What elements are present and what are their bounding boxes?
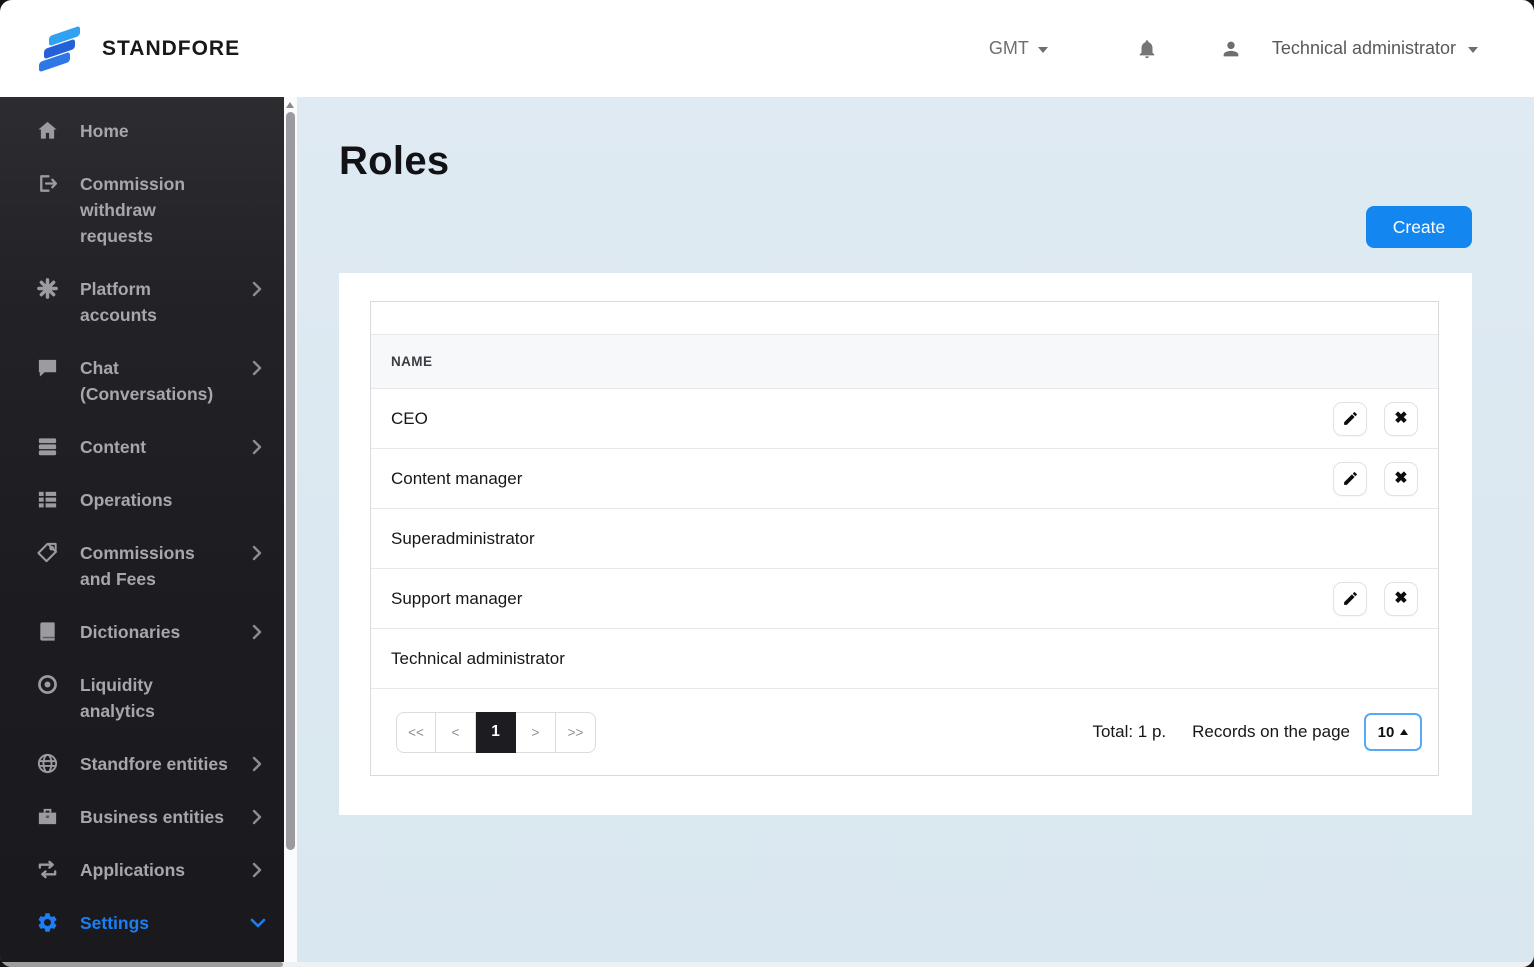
user-icon bbox=[1223, 41, 1239, 56]
applications-icon bbox=[38, 860, 57, 879]
user-name: Technical administrator bbox=[1271, 38, 1456, 58]
x-icon: ✖ bbox=[1394, 409, 1408, 427]
sidebar-item-platform-accounts[interactable]: Platform accounts bbox=[0, 276, 284, 328]
chevron-right-icon bbox=[252, 360, 262, 376]
total-pages-label: Total: 1 p. bbox=[1092, 722, 1167, 741]
brand-name: STANDFORE bbox=[102, 36, 241, 60]
table-row[interactable]: Superadministrator ✖ bbox=[371, 509, 1438, 569]
timezone-label: GMT bbox=[988, 38, 1029, 58]
pencil-icon bbox=[1343, 412, 1357, 425]
pencil-icon bbox=[1343, 592, 1357, 605]
notifications-button[interactable] bbox=[1136, 38, 1158, 60]
caret-up-icon bbox=[1400, 729, 1409, 735]
content-icon bbox=[38, 438, 57, 456]
edit-button[interactable] bbox=[1333, 461, 1367, 496]
x-icon: ✖ bbox=[1394, 589, 1408, 607]
pagination-first-button[interactable]: << bbox=[396, 711, 436, 753]
sidebar-item-operations[interactable]: Operations bbox=[0, 487, 284, 513]
horizontal-scrollbar[interactable] bbox=[0, 962, 1534, 967]
operations-icon bbox=[38, 491, 57, 508]
delete-button[interactable]: ✖ bbox=[1384, 461, 1418, 496]
table-row[interactable]: Content manager ✖ bbox=[371, 449, 1438, 509]
withdraw-icon bbox=[40, 175, 58, 192]
dictionaries-icon bbox=[40, 622, 55, 641]
x-icon: ✖ bbox=[1394, 469, 1408, 487]
records-per-page-label: Records on the page bbox=[1192, 722, 1350, 741]
sidebar-item-content[interactable]: Content bbox=[0, 434, 284, 460]
sidebar-item-business-entities[interactable]: Business entities bbox=[0, 804, 284, 830]
main-content: Roles Create NAME CEO ✖ Content manager … bbox=[297, 97, 1534, 967]
table-row[interactable]: Support manager ✖ bbox=[371, 569, 1438, 629]
chevron-right-icon bbox=[252, 624, 262, 640]
sidebar-item-commission-withdraw-requests[interactable]: Commission withdraw requests bbox=[0, 171, 284, 249]
sidebar-item-liquidity-analytics[interactable]: Liquidity analytics bbox=[0, 672, 284, 724]
pagination: << < 1 > >> bbox=[396, 711, 596, 753]
sidebar-item-settings[interactable]: Settings bbox=[0, 910, 284, 936]
timezone-dropdown[interactable]: GMT bbox=[989, 38, 1048, 59]
chevron-down-icon bbox=[250, 918, 266, 928]
bell-icon bbox=[1139, 39, 1155, 58]
chevron-right-icon bbox=[252, 862, 262, 878]
table-header-row: NAME bbox=[371, 335, 1438, 389]
pencil-icon bbox=[1343, 472, 1357, 485]
table-toolbar-row bbox=[371, 302, 1438, 335]
page-title: Roles bbox=[339, 139, 450, 183]
table-footer: << < 1 > >> Total: 1 p. Records on the p… bbox=[371, 689, 1438, 775]
scrollbar-thumb[interactable] bbox=[286, 112, 295, 850]
sidebar-item-commissions-and-fees[interactable]: Commissions and Fees bbox=[0, 540, 284, 592]
caret-down-icon bbox=[1037, 46, 1048, 53]
pagination-next-button[interactable]: > bbox=[516, 711, 556, 753]
business-entities-icon bbox=[38, 808, 57, 825]
scroll-up-arrow-icon[interactable] bbox=[286, 102, 294, 108]
brand: STANDFORE bbox=[38, 25, 240, 73]
pagination-page-1-button[interactable]: 1 bbox=[476, 711, 516, 753]
top-header: STANDFORE GMT Technical administrator bbox=[0, 0, 1534, 97]
chevron-right-icon bbox=[252, 545, 262, 561]
page-size-dropdown[interactable]: 10 bbox=[1364, 713, 1422, 751]
column-header-name: NAME bbox=[391, 354, 433, 369]
standfore-entities-icon bbox=[37, 753, 58, 774]
chat-icon bbox=[38, 359, 57, 377]
sidebar-scrollbar[interactable] bbox=[284, 97, 297, 967]
create-button[interactable]: Create bbox=[1366, 206, 1472, 248]
chevron-right-icon bbox=[252, 756, 262, 772]
horizontal-scrollbar-thumb[interactable] bbox=[2, 962, 283, 967]
pagination-last-button[interactable]: >> bbox=[556, 711, 596, 753]
commissions-icon bbox=[37, 542, 58, 563]
user-menu[interactable]: Technical administrator bbox=[1220, 38, 1478, 60]
home-icon bbox=[38, 121, 57, 139]
chevron-right-icon bbox=[252, 809, 262, 825]
table-row[interactable]: CEO ✖ bbox=[371, 389, 1438, 449]
sidebar-item-applications[interactable]: Applications bbox=[0, 857, 284, 883]
sidebar: Home Commission withdraw requests Platfo… bbox=[0, 97, 284, 967]
settings-gear-icon bbox=[38, 913, 57, 932]
sidebar-item-home[interactable]: Home bbox=[0, 118, 284, 144]
platform-accounts-icon bbox=[37, 278, 58, 299]
app-window: STANDFORE GMT Technical administrator Ho… bbox=[0, 0, 1534, 967]
roles-card: NAME CEO ✖ Content manager ✖ Superadmini… bbox=[339, 273, 1472, 815]
liquidity-icon bbox=[38, 675, 57, 694]
delete-button[interactable]: ✖ bbox=[1384, 581, 1418, 616]
table-row[interactable]: Technical administrator ✖ bbox=[371, 629, 1438, 689]
sidebar-item-standfore-entities[interactable]: Standfore entities bbox=[0, 751, 284, 777]
sidebar-item-dictionaries[interactable]: Dictionaries bbox=[0, 619, 284, 645]
standfore-logo-icon bbox=[38, 25, 82, 73]
pagination-prev-button[interactable]: < bbox=[436, 711, 476, 753]
sidebar-item-chat-conversations[interactable]: Chat (Conversations) bbox=[0, 355, 284, 407]
roles-table: NAME CEO ✖ Content manager ✖ Superadmini… bbox=[370, 301, 1439, 776]
chevron-right-icon bbox=[252, 281, 262, 297]
edit-button[interactable] bbox=[1333, 401, 1367, 436]
delete-button[interactable]: ✖ bbox=[1384, 401, 1418, 436]
chevron-right-icon bbox=[252, 439, 262, 455]
edit-button[interactable] bbox=[1333, 581, 1367, 616]
caret-down-icon bbox=[1468, 46, 1478, 53]
